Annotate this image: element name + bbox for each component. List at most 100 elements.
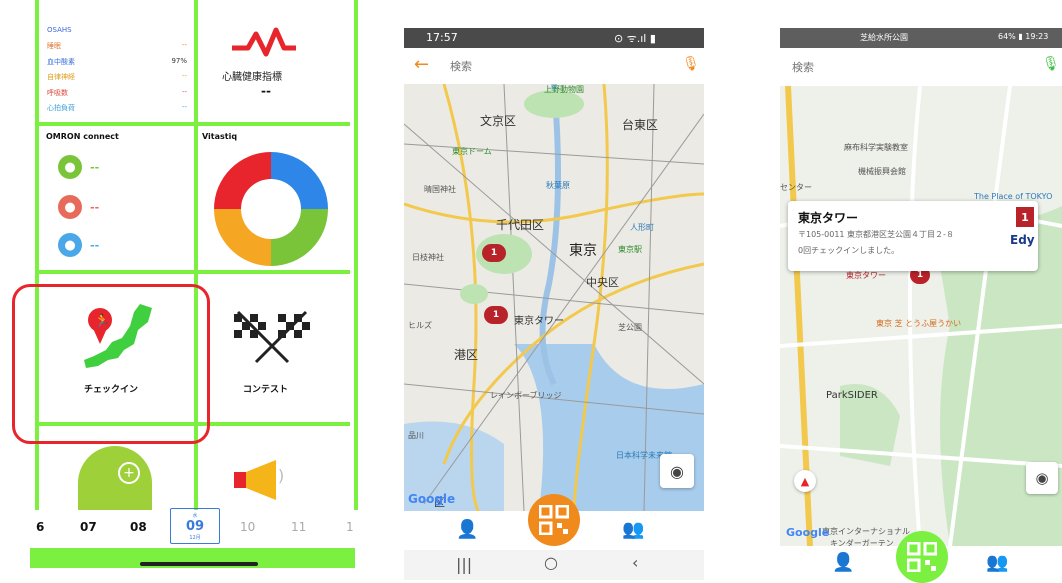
omron-device-row: ● -- [58,195,99,219]
omron-device-row: ● -- [58,155,99,179]
map-screen: 17:57 ⊙ ᯤ.ıl ▮ ← 🎙 文 [404,28,704,580]
metric-row: 呼吸数 -- [47,88,187,97]
omron-title: OMRON connect [46,132,119,141]
megaphone-icon[interactable]: ) [234,458,290,502]
grid-divider [35,122,350,126]
checkin-pin[interactable]: 1 [484,306,508,324]
checkin-badge: 1 [1016,207,1034,227]
checkin-pin[interactable]: 1 [482,244,506,262]
map-label: ParkSIDER [826,390,878,401]
map-label: The Place of TOKYO [974,192,1053,201]
compass-icon[interactable]: ▲ [794,470,816,492]
map-label: レインボーブリッジ [490,391,562,400]
qr-code-button[interactable] [528,494,580,546]
google-logo: Google [786,526,830,539]
metric-row: 心拍負荷 -- [47,103,187,112]
donut-segment [214,209,271,266]
qr-code-icon [539,505,569,535]
back-button[interactable]: ‹ [632,553,638,572]
date-item[interactable]: 1 [346,520,354,534]
location-title: 東京タワー [798,211,859,225]
qr-code-button[interactable] [896,531,948,583]
date-item[interactable]: 07 [80,520,97,534]
status-bar: 芝給水所公園 64% ▮ 19:23 [780,28,1062,48]
map-label: 港区 [454,348,479,362]
microphone-icon[interactable]: 🎙 [682,56,700,72]
map-view[interactable]: 麻布科学実験教室 機械振興会館 The Place of TOKYO 東京タワー… [780,86,1062,546]
vitastiq-donut-chart [214,152,328,266]
map-label: 東京 [569,243,597,259]
map-label: 上野動物園 [544,85,584,94]
map-label: 中央区 [586,276,619,289]
checkin-count-text: 0回チェックインしました。 [798,246,900,255]
omron-device-row: ● -- [58,233,99,257]
map-label: 麻布科学実験教室 [844,143,908,152]
donut-segment [271,152,328,209]
dashboard-screen: OSAHS 睡眠 -- 血中酸素 97% 自律神経 -- 呼吸数 -- 心拍負荷 -- 心… [0,0,362,580]
google-logo: Google [408,492,456,506]
heart-health-value: -- [261,84,271,98]
location-info-card[interactable]: 東京タワー 〒105-0011 東京都港区芝公園４丁目２-８ 0回チェックインし… [788,201,1038,271]
map-label: 東京駅 [618,245,642,254]
back-arrow-icon[interactable]: ← [414,54,429,75]
microphone-icon[interactable]: 🎙 [1042,56,1060,72]
map-label: センター [780,183,812,192]
status-location: 芝給水所公園 [860,33,908,42]
status-icons: ⊙ ᯤ.ıl ▮ [614,32,656,45]
map-detail-screen: 芝給水所公園 64% ▮ 19:23 🎙 麻布科学実験教室 機械振興会館 The… [780,28,1062,583]
home-indicator[interactable] [140,562,258,566]
location-address: 〒105-0011 東京都港区芝公園４丁目２-８ [798,230,954,239]
metric-row: 血中酸素 97% [47,57,187,66]
map-label: 機械振興会館 [858,167,906,176]
grid-divider [35,270,350,274]
status-time: 17:57 [426,31,458,44]
map-label: 晴国神社 [424,185,456,194]
search-bar: 🎙 [780,48,1062,87]
map-roads [780,86,1062,546]
heart-health-title: 心臓健康指標 [222,72,282,83]
person-icon: ● [58,195,82,219]
group-icon[interactable]: 👥 [622,519,644,540]
selected-date[interactable]: 水 09 12月 [170,508,220,544]
group-icon[interactable]: 👥 [986,552,1008,573]
map-label: 日枝神社 [412,253,444,262]
date-item[interactable]: 6 [36,520,44,534]
date-item[interactable]: 11 [291,520,306,534]
metric-row: 自律神経 -- [47,72,187,81]
map-label: 台東区 [622,118,659,132]
map-label: 人形町 [630,223,654,232]
donut-segment [271,209,328,266]
date-item[interactable]: 08 [130,520,147,534]
map-label: 秋葉原 [546,181,570,190]
map-label: キンダーガーテン [830,539,894,546]
map-label: 東京 芝 とうふ屋うかい [876,319,962,328]
qr-code-icon [907,542,937,572]
person-icon: ● [58,233,82,257]
search-bar: ← 🎙 [404,48,704,85]
search-input[interactable] [790,56,1014,78]
contest-label: コンテスト [243,385,289,395]
metric-row: OSAHS [47,26,72,34]
person-icon[interactable]: 👤 [832,552,854,573]
map-label: 品川 [408,431,424,440]
map-label: 文京区 [480,114,517,128]
map-label: ヒルズ [408,321,432,330]
locate-icon[interactable]: ◉ [1026,462,1058,494]
map-view[interactable]: 文京区 台東区 上野動物園 東京ドーム 秋葉原 晴国神社 千代田区 東京 人形町… [404,84,704,511]
search-input[interactable] [448,55,672,77]
map-label: 東京タワー [514,316,564,327]
metric-row: 睡眠 -- [47,41,187,50]
person-icon[interactable]: 👤 [456,519,478,540]
hand-plus-icon[interactable]: + [78,446,152,510]
vitastiq-title: Vitastiq [202,132,238,141]
system-navigation: ||| ○ ‹ [404,550,704,580]
recent-apps-button[interactable]: ||| [456,555,472,574]
edy-logo: Edy [1010,233,1035,247]
locate-icon[interactable]: ◉ [660,454,694,488]
map-label: 東京ドーム [452,147,492,156]
map-label: 東京タワー [846,271,886,280]
date-item[interactable]: 10 [240,520,255,534]
home-button[interactable]: ○ [544,553,558,572]
map-label: 芝公園 [618,323,642,332]
status-bar: 17:57 ⊙ ᯤ.ıl ▮ [404,28,704,48]
